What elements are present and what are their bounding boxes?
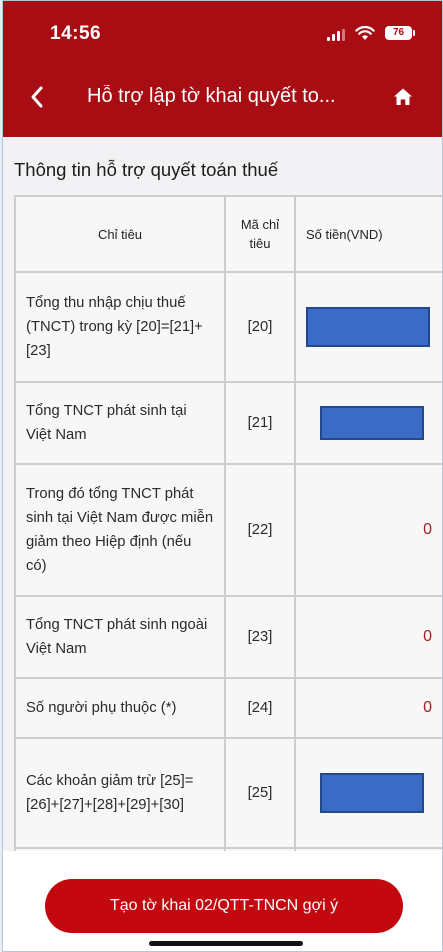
- redacted-amount: [320, 773, 424, 813]
- signal-icon: [327, 29, 347, 41]
- table-row: Các khoản giảm trừ [25]=[26]+[27]+[28]+[…: [14, 737, 442, 849]
- section-title: Thông tin hỗ trợ quyết toán thuế: [14, 159, 279, 180]
- header-indicator: Chỉ tiêu: [14, 195, 226, 273]
- row-description: Tổng TNCT phát sinh tại Việt Nam: [14, 381, 226, 465]
- status-bar: 14:56 76: [3, 1, 442, 61]
- row-description: Tổng TNCT phát sinh ngoài Việt Nam: [14, 595, 226, 679]
- table-row: Số người phụ thuộc (*) [24] 0: [14, 677, 442, 739]
- row-amount: [294, 271, 442, 383]
- row-amount: 0: [294, 595, 442, 679]
- chevron-left-icon: [31, 86, 43, 108]
- app-header: 14:56 76 Hỗ trợ lập tờ khai quyết to...: [3, 1, 442, 137]
- app-screen: 14:56 76 Hỗ trợ lập tờ khai quyết to...: [2, 0, 443, 952]
- battery-icon: 76: [385, 26, 415, 40]
- row-code: [20]: [224, 271, 296, 383]
- header-amount: Số tiền(VND): [294, 195, 442, 273]
- home-button[interactable]: [391, 85, 415, 109]
- row-description: Tổng thu nhập chịu thuế (TNCT) trong kỳ …: [14, 271, 226, 383]
- tax-info-table: Chỉ tiêu Mã chỉ tiêu Số tiền(VND) Tổng t…: [14, 195, 442, 895]
- header-code: Mã chỉ tiêu: [224, 195, 296, 273]
- row-code: [24]: [224, 677, 296, 739]
- row-description: Số người phụ thuộc (*): [14, 677, 226, 739]
- tax-info-table-container[interactable]: Chỉ tiêu Mã chỉ tiêu Số tiền(VND) Tổng t…: [14, 195, 442, 895]
- header-code-label: Mã chỉ tiêu: [240, 217, 280, 251]
- row-amount: [294, 737, 442, 849]
- table-row: Tổng thu nhập chịu thuế (TNCT) trong kỳ …: [14, 271, 442, 383]
- row-amount: 0: [294, 463, 442, 597]
- main-content: Thông tin hỗ trợ quyết toán thuế Chỉ tiê…: [3, 137, 442, 895]
- row-description: Trong đó tổng TNCT phát sinh tại Việt Na…: [14, 463, 226, 597]
- back-button[interactable]: [23, 83, 51, 111]
- table-row: Trong đó tổng TNCT phát sinh tại Việt Na…: [14, 463, 442, 597]
- row-amount: 0: [294, 677, 442, 739]
- redacted-amount: [306, 307, 430, 347]
- wifi-icon: [355, 25, 375, 40]
- row-code: [23]: [224, 595, 296, 679]
- status-time: 14:56: [50, 23, 102, 44]
- row-code: [21]: [224, 381, 296, 465]
- row-description: Các khoản giảm trừ [25]=[26]+[27]+[28]+[…: [14, 737, 226, 849]
- row-amount: [294, 381, 442, 465]
- page-title: Hỗ trợ lập tờ khai quyết to...: [87, 85, 336, 107]
- table-header-row: Chỉ tiêu Mã chỉ tiêu Số tiền(VND): [14, 195, 442, 273]
- home-indicator: [149, 941, 303, 946]
- home-icon: [394, 88, 412, 105]
- redacted-amount: [320, 406, 424, 440]
- row-code: [25]: [224, 737, 296, 849]
- table-row: Tổng TNCT phát sinh ngoài Việt Nam [23] …: [14, 595, 442, 679]
- table-row: Tổng TNCT phát sinh tại Việt Nam [21]: [14, 381, 442, 465]
- create-declaration-button[interactable]: Tạo tờ khai 02/QTT-TNCN gợi ý: [45, 879, 403, 933]
- footer-bar: Tạo tờ khai 02/QTT-TNCN gợi ý: [3, 851, 442, 951]
- row-code: [22]: [224, 463, 296, 597]
